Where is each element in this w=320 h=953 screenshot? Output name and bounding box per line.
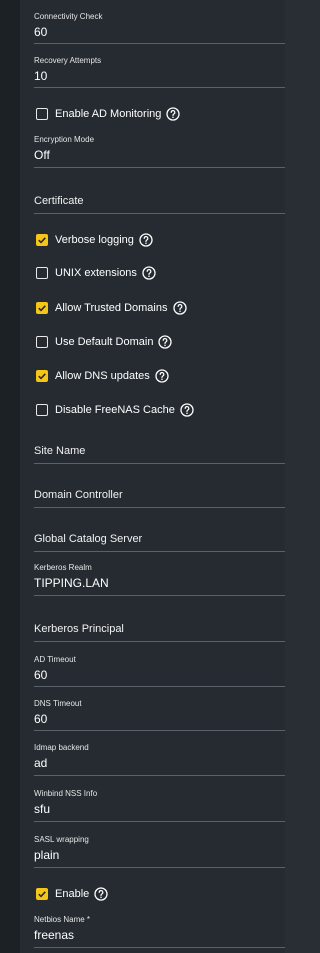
disable-freenas-cache-checkbox[interactable]: Disable FreeNAS Cache: [36, 402, 194, 418]
checkbox-box[interactable]: [36, 302, 48, 314]
disable-freenas-cache-label: Disable FreeNAS Cache: [55, 404, 175, 416]
site-name-underline: [34, 463, 285, 464]
idmap-backend-value[interactable]: ad: [34, 756, 285, 770]
checkbox-box[interactable]: [36, 404, 48, 416]
connectivity-check-label: Connectivity Check: [34, 12, 103, 21]
checkbox-box[interactable]: [36, 108, 48, 120]
sasl-wrapping-value[interactable]: plain: [34, 848, 285, 862]
domain-controller-input[interactable]: Domain Controller: [34, 489, 285, 508]
sasl-wrapping-underline: [34, 867, 285, 868]
netbios-name-field[interactable]: Netbios Name * freenas: [34, 915, 285, 948]
check-icon: [38, 373, 46, 380]
verbose-logging-checkbox[interactable]: Verbose logging: [36, 232, 153, 248]
checkbox-box[interactable]: [36, 267, 48, 279]
idmap-backend-underline: [34, 775, 285, 776]
domain-controller-placeholder: Domain Controller: [34, 489, 123, 501]
global-catalog-server-placeholder: Global Catalog Server: [34, 533, 143, 545]
kerberos-realm-value[interactable]: TIPPING.LAN: [34, 576, 285, 590]
enable-ad-monitoring-checkbox[interactable]: Enable AD Monitoring: [36, 106, 181, 122]
winbind-nss-info-select[interactable]: Winbind NSS Info sfu: [34, 789, 285, 822]
dns-timeout-underline: [34, 730, 285, 731]
verbose-logging-label: Verbose logging: [55, 234, 134, 246]
connectivity-check-underline: [34, 43, 285, 44]
help-circle-icon[interactable]: [158, 335, 173, 349]
unix-extensions-checkbox[interactable]: UNIX extensions: [36, 265, 156, 281]
encryption-mode-label: Encryption Mode: [34, 135, 95, 144]
enable-checkbox[interactable]: Enable: [36, 886, 108, 902]
check-icon: [38, 891, 46, 898]
use-default-domain-label: Use Default Domain: [55, 336, 154, 348]
connectivity-check-input[interactable]: 60: [34, 25, 285, 39]
connectivity-check-field[interactable]: Connectivity Check 60: [34, 12, 285, 44]
dns-timeout-label: DNS Timeout: [34, 699, 82, 708]
global-catalog-server-underline: [34, 551, 285, 552]
check-icon: [38, 237, 46, 244]
help-circle-icon[interactable]: [180, 403, 194, 417]
recovery-attempts-input[interactable]: 10: [34, 69, 285, 83]
winbind-nss-info-underline: [34, 821, 285, 822]
netbios-name-underline: [34, 947, 285, 948]
enable-ad-monitoring-label: Enable AD Monitoring: [55, 108, 162, 120]
checkbox-box[interactable]: [36, 234, 48, 246]
recovery-attempts-label: Recovery Attempts: [34, 56, 102, 65]
kerberos-realm-label: Kerberos Realm: [34, 563, 92, 572]
allow-dns-updates-label: Allow DNS updates: [55, 370, 150, 382]
kerberos-realm-select[interactable]: Kerberos Realm TIPPING.LAN: [34, 563, 285, 596]
netbios-name-input[interactable]: freenas: [34, 928, 285, 942]
dns-timeout-input[interactable]: 60: [34, 712, 285, 726]
site-name-input[interactable]: Site Name: [34, 445, 285, 464]
recovery-attempts-field[interactable]: Recovery Attempts 10: [34, 56, 285, 88]
allow-trusted-domains-checkbox[interactable]: Allow Trusted Domains: [36, 300, 187, 316]
winbind-nss-info-label: Winbind NSS Info: [34, 789, 98, 798]
recovery-attempts-underline: [34, 87, 285, 88]
netbios-name-label: Netbios Name *: [34, 915, 91, 924]
help-circle-icon[interactable]: [172, 301, 187, 315]
kerberos-realm-underline: [34, 595, 285, 596]
certificate-select[interactable]: Certificate: [34, 195, 285, 214]
directory-services-form: Connectivity Check 60 Recovery Attempts …: [20, 0, 285, 953]
sidebar-strip: [0, 0, 20, 953]
encryption-mode-value[interactable]: Off: [34, 148, 285, 162]
ad-timeout-label: AD Timeout: [34, 655, 76, 664]
certificate-underline: [34, 213, 285, 214]
idmap-backend-label: Idmap backend: [34, 743, 89, 752]
dns-timeout-field[interactable]: DNS Timeout 60: [34, 699, 285, 731]
encryption-mode-underline: [34, 167, 285, 168]
enable-label: Enable: [55, 888, 90, 900]
site-name-placeholder: Site Name: [34, 445, 86, 457]
checkbox-box[interactable]: [36, 370, 48, 382]
ad-timeout-underline: [34, 686, 285, 687]
help-circle-icon[interactable]: [155, 369, 169, 383]
idmap-backend-select[interactable]: Idmap backend ad: [34, 743, 285, 776]
encryption-mode-select[interactable]: Encryption Mode Off: [34, 135, 285, 168]
winbind-nss-info-value[interactable]: sfu: [34, 802, 285, 816]
sasl-wrapping-label: SASL wrapping: [34, 835, 89, 844]
ad-timeout-input[interactable]: 60: [34, 668, 285, 682]
global-catalog-server-input[interactable]: Global Catalog Server: [34, 533, 285, 552]
sasl-wrapping-select[interactable]: SASL wrapping plain: [34, 835, 285, 868]
help-circle-icon[interactable]: [166, 107, 181, 121]
ad-timeout-field[interactable]: AD Timeout 60: [34, 655, 285, 687]
use-default-domain-checkbox[interactable]: Use Default Domain: [36, 334, 173, 350]
checkbox-box[interactable]: [36, 888, 48, 900]
check-icon: [38, 305, 46, 312]
allow-dns-updates-checkbox[interactable]: Allow DNS updates: [36, 368, 169, 384]
kerberos-principal-underline: [34, 641, 285, 642]
certificate-placeholder: Certificate: [34, 195, 84, 207]
kerberos-principal-select[interactable]: Kerberos Principal: [34, 623, 285, 642]
unix-extensions-label: UNIX extensions: [55, 267, 137, 279]
help-circle-icon[interactable]: [142, 266, 156, 280]
help-circle-icon[interactable]: [94, 887, 108, 901]
checkbox-box[interactable]: [36, 336, 48, 348]
allow-trusted-domains-label: Allow Trusted Domains: [55, 302, 168, 314]
kerberos-principal-placeholder: Kerberos Principal: [34, 623, 124, 635]
domain-controller-underline: [34, 507, 285, 508]
help-circle-icon[interactable]: [139, 233, 153, 247]
